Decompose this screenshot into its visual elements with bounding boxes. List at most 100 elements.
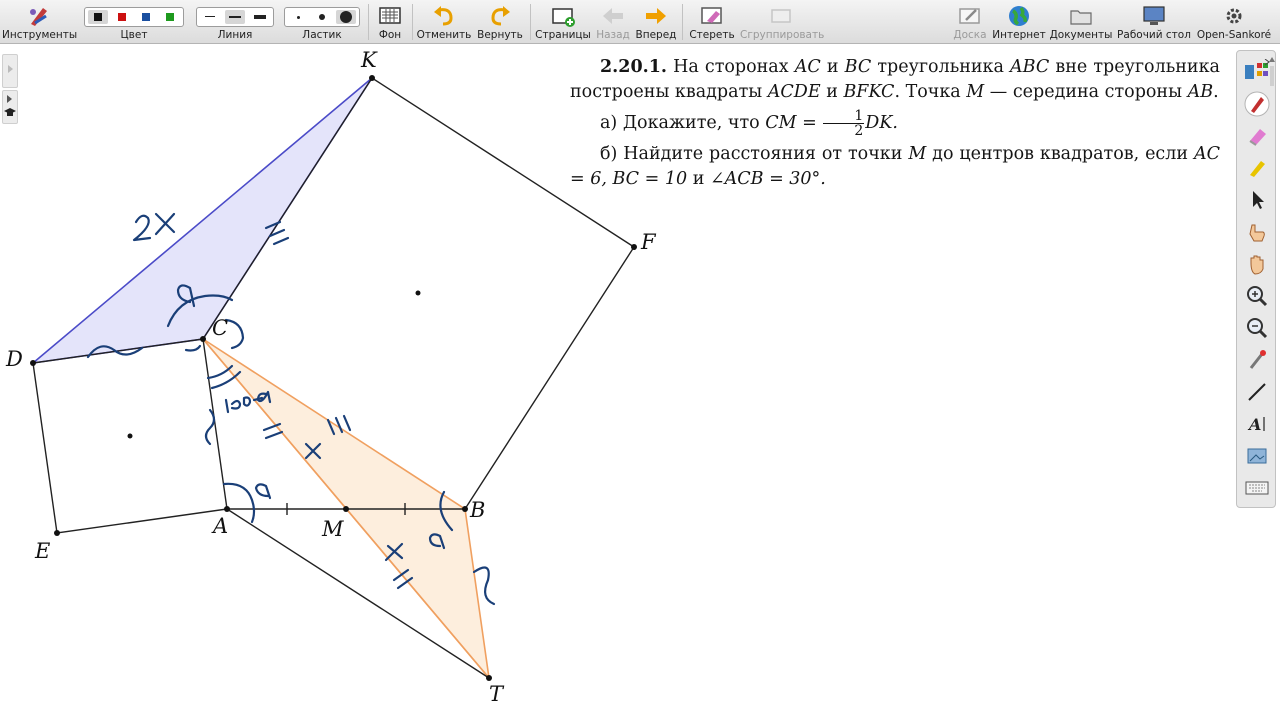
vertex-a <box>224 506 230 512</box>
globe-icon <box>1009 6 1029 26</box>
center-square-acde <box>127 433 133 439</box>
internet-button[interactable]: Интернет <box>992 2 1046 42</box>
background-icon <box>379 7 401 24</box>
vertex-c <box>200 336 206 342</box>
pointing-hand-icon <box>1249 224 1265 242</box>
color-swatch-blue[interactable] <box>136 10 156 24</box>
forward-button[interactable]: Вперед <box>634 2 678 42</box>
background-button[interactable]: Фон <box>372 2 408 42</box>
problem-number: 2.20.1. <box>600 57 667 77</box>
arc-small-at-c <box>184 344 202 352</box>
pages-label: Страницы <box>535 29 591 41</box>
part-b-point-m: M <box>908 144 927 164</box>
internet-label: Интернет <box>992 29 1046 41</box>
hand-tool[interactable] <box>1243 251 1271 277</box>
color-swatch-green[interactable] <box>160 10 180 24</box>
square-bfkc-text: BFKC <box>843 82 895 102</box>
label-a: A <box>213 514 229 538</box>
interact-tool[interactable] <box>1243 219 1271 245</box>
problem-text-span: и <box>826 57 839 77</box>
problem-text-span: На сторонах <box>673 57 789 77</box>
app-menu-button[interactable]: Open-Sankoré <box>1194 2 1274 42</box>
highlighter-tool[interactable] <box>1243 155 1271 181</box>
board-button[interactable]: Доска <box>948 2 992 42</box>
pen-tool[interactable] <box>1243 91 1271 117</box>
label-d: D <box>6 347 23 371</box>
virtual-keyboard-tool[interactable] <box>1243 475 1271 501</box>
laser-pointer-icon <box>1249 350 1266 369</box>
label-c: C <box>212 316 229 340</box>
board-pen-icon <box>959 8 980 24</box>
part-a-formula-lhs: CM = <box>765 113 817 133</box>
highlighter-icon <box>1250 161 1265 177</box>
line-medium-option[interactable] <box>225 10 245 24</box>
eraser-icon <box>1249 129 1266 146</box>
erase-label: Стереть <box>689 29 735 41</box>
documents-button[interactable]: Документы <box>1048 2 1114 42</box>
color-swatch-black[interactable] <box>88 10 108 24</box>
part-b-angle: ∠ACB = 30°. <box>709 169 826 189</box>
eraser-tool[interactable] <box>1243 123 1271 149</box>
selector-tool[interactable] <box>1243 187 1271 213</box>
vertex-b <box>462 506 468 512</box>
undo-arrow-icon <box>434 6 453 26</box>
triangle-dkc <box>30 77 373 365</box>
back-button[interactable]: Назад <box>594 2 632 42</box>
part-b-text: до центров квадратов, если <box>932 144 1189 164</box>
documents-label: Документы <box>1049 29 1113 41</box>
point-m-text: M <box>966 82 985 102</box>
forward-arrow-icon <box>646 8 666 24</box>
folder-icon <box>1070 10 1092 25</box>
vertex-k <box>369 75 375 81</box>
undo-label: Отменить <box>416 29 472 41</box>
color-swatch-red[interactable] <box>112 10 132 24</box>
desktop-button[interactable]: Рабочий стол <box>1116 2 1192 42</box>
fraction-one-half: 12 <box>823 109 865 138</box>
hand-icon <box>1250 255 1264 275</box>
two-x-annotation-cross <box>154 212 176 236</box>
laser-pointer-tool[interactable] <box>1243 347 1271 373</box>
monitor-icon <box>1143 6 1165 25</box>
zoom-out-tool[interactable] <box>1243 315 1271 341</box>
app-label: Open-Sankoré <box>1196 29 1272 41</box>
line-width-picker <box>196 7 274 27</box>
center-square-bfkc <box>415 290 421 296</box>
dock-scroll-indicator[interactable] <box>1266 50 1278 90</box>
zoom-in-icon <box>1247 286 1268 307</box>
line-thick-option[interactable] <box>250 10 270 24</box>
eraser-large-option[interactable] <box>336 10 356 24</box>
redo-button[interactable]: Вернуть <box>474 2 526 42</box>
line-group: Линия <box>196 2 274 42</box>
text-tool[interactable]: A <box>1243 411 1271 437</box>
problem-text-span: треугольника <box>877 57 1004 77</box>
line-tool[interactable] <box>1243 379 1271 405</box>
erase-button[interactable]: Стереть <box>686 2 738 42</box>
problem-text-span: . <box>1213 82 1219 102</box>
capture-tool[interactable] <box>1243 443 1271 469</box>
forward-label: Вперед <box>635 29 677 41</box>
tools-button[interactable]: Инструменты <box>2 2 78 42</box>
group-button[interactable]: Сгруппировать <box>740 2 824 42</box>
problem-statement: 2.20.1. На сторонах AC и BC треугольника… <box>570 55 1220 105</box>
problem-part-b: б) Найдите расстояния от точки M до цент… <box>570 142 1220 192</box>
eraser-medium-option[interactable] <box>312 10 332 24</box>
add-page-icon <box>552 8 575 27</box>
undo-button[interactable]: Отменить <box>416 2 472 42</box>
part-b-text: и <box>692 169 705 189</box>
redo-label: Вернуть <box>477 29 523 41</box>
zoom-in-tool[interactable] <box>1243 283 1271 309</box>
background-label: Фон <box>378 29 402 41</box>
pen-icon <box>1244 91 1270 117</box>
part-a-formula-rhs: DK. <box>865 113 898 133</box>
problem-part-a: а) Докажите, что CM = 1 2 DK. <box>570 109 1220 138</box>
keyboard-icon <box>1245 481 1269 495</box>
main-toolbar: Инструменты Цвет Линия Ластик Фон Отмени… <box>0 0 1280 44</box>
pages-button[interactable]: Страницы <box>534 2 592 42</box>
eraser-small-option[interactable] <box>288 10 308 24</box>
line-thin-option[interactable] <box>200 10 220 24</box>
color-group: Цвет <box>84 2 184 42</box>
part-a-text: а) Докажите, что <box>600 113 760 133</box>
label-b: B <box>470 498 486 522</box>
vertex-m <box>343 506 349 512</box>
tools-label: Инструменты <box>2 29 78 41</box>
